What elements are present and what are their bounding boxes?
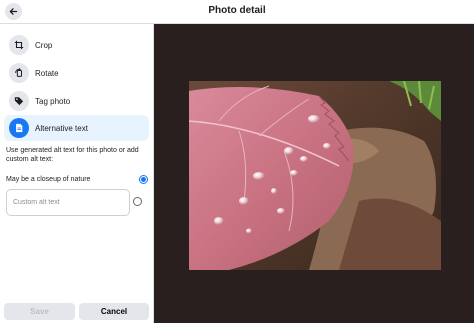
cancel-button[interactable]: Cancel bbox=[79, 303, 149, 320]
menu-item-label: Rotate bbox=[35, 68, 59, 78]
menu-item-label: Tag photo bbox=[35, 96, 71, 106]
menu-item-alternative-text[interactable]: Alternative text bbox=[4, 115, 149, 141]
generated-alt-radio[interactable] bbox=[139, 174, 148, 184]
generated-alt-label: May be a closeup of nature bbox=[6, 175, 91, 183]
edit-sidebar: Crop Rotate Tag photo Alternative text U… bbox=[0, 24, 154, 323]
radio-selected-dot bbox=[141, 176, 146, 182]
menu-item-tag-photo[interactable]: Tag photo bbox=[4, 88, 149, 114]
crop-icon bbox=[9, 35, 29, 55]
page-title: Photo detail bbox=[208, 5, 266, 16]
menu-item-label: Crop bbox=[35, 40, 53, 50]
alt-text-description: Use generated alt text for this photo or… bbox=[6, 147, 139, 163]
rotate-icon bbox=[9, 63, 29, 83]
tag-icon bbox=[9, 91, 29, 111]
menu-item-crop[interactable]: Crop bbox=[4, 32, 149, 58]
photo bbox=[189, 81, 441, 270]
menu-item-label: Alternative text bbox=[35, 123, 88, 133]
generated-alt-option[interactable]: May be a closeup of nature bbox=[6, 172, 148, 186]
menu-item-rotate[interactable]: Rotate bbox=[4, 60, 149, 86]
save-button[interactable]: Save bbox=[4, 303, 75, 320]
custom-alt-text-input[interactable] bbox=[6, 189, 130, 216]
photo-viewer bbox=[154, 24, 474, 323]
alt-text-icon bbox=[9, 118, 29, 138]
custom-alt-radio[interactable] bbox=[133, 197, 142, 206]
top-bar: Photo detail bbox=[0, 0, 474, 24]
